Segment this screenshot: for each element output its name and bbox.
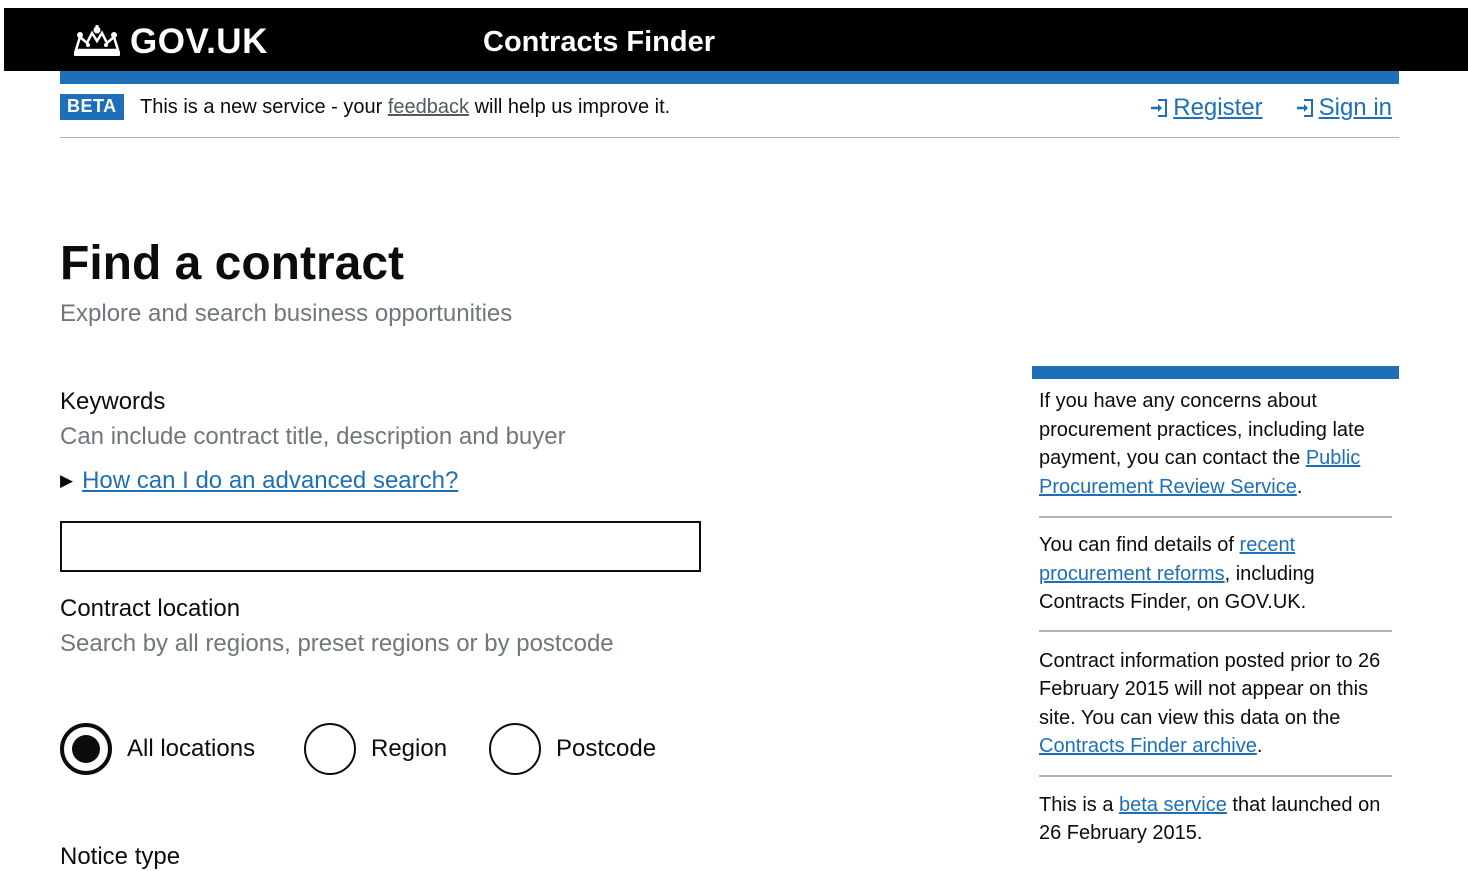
govuk-logo-link[interactable]: GOV.UK	[70, 22, 268, 62]
phase-banner-text: This is a new service - your feedback wi…	[140, 96, 670, 119]
sidebar-beta: This is a beta service that launched on …	[1039, 774, 1392, 848]
beta-service-link[interactable]: beta service	[1119, 794, 1227, 816]
sign-in-icon	[1151, 99, 1168, 117]
header-accent-bar	[60, 71, 1399, 84]
location-label: Contract location	[60, 595, 241, 622]
contracts-finder-archive-link[interactable]: Contracts Finder archive	[1039, 735, 1257, 757]
auth-links: Register Sign in	[1150, 94, 1392, 122]
radio-label-postcode: Postcode	[556, 735, 657, 762]
sign-in-link[interactable]: Sign in	[1296, 94, 1392, 122]
related-info-sidebar: If you have any concerns about procureme…	[1032, 366, 1399, 848]
triangle-right-icon: ▶	[60, 471, 74, 490]
radio-postcode[interactable]: Postcode	[489, 723, 656, 775]
radio-region[interactable]: Region	[304, 723, 447, 775]
sidebar-reforms: You can find details of recent procureme…	[1039, 516, 1392, 630]
crown-icon	[74, 25, 120, 56]
reforms-text: You can find details of	[1039, 534, 1240, 556]
phase-text-after: will help us improve it.	[469, 96, 671, 118]
radio-button-checked[interactable]	[60, 723, 112, 775]
register-label: Register	[1173, 94, 1263, 121]
register-link[interactable]: Register	[1150, 94, 1263, 122]
notice-type-label: Notice type	[60, 843, 181, 870]
logo-text: GOV.UK	[130, 22, 268, 61]
radio-button[interactable]	[489, 723, 541, 775]
service-name-link[interactable]: Contracts Finder	[483, 26, 715, 59]
location-hint: Search by all regions, preset regions or…	[60, 630, 614, 657]
sign-in-label: Sign in	[1318, 94, 1392, 121]
phase-banner: BETA This is a new service - your feedba…	[60, 94, 1399, 138]
archive-end: .	[1256, 735, 1263, 757]
radio-button[interactable]	[304, 723, 356, 775]
beta-tag: BETA	[60, 94, 124, 120]
keywords-input[interactable]	[60, 521, 701, 572]
advanced-search-details[interactable]: ▶ How can I do an advanced search?	[60, 467, 458, 495]
sign-in-icon	[1296, 99, 1313, 117]
sidebar-accent-bar	[1032, 366, 1399, 379]
radio-all-locations[interactable]: All locations	[60, 723, 255, 775]
concerns-end: .	[1296, 475, 1303, 498]
radio-label-all-locations: All locations	[127, 735, 256, 762]
beta-text: This is a	[1039, 793, 1120, 816]
archive-text: Contract information posted prior to 26 …	[1039, 649, 1381, 729]
sidebar-concerns: If you have any concerns about procureme…	[1039, 379, 1392, 516]
phase-text-before: This is a new service - your	[140, 96, 388, 118]
header-bar: GOV.UK Contracts Finder	[4, 8, 1468, 71]
page-title: Find a contract	[60, 237, 405, 290]
keywords-hint: Can include contract title, description …	[60, 423, 566, 450]
radio-label-region: Region	[371, 735, 448, 762]
advanced-search-link[interactable]: How can I do an advanced search?	[82, 467, 458, 495]
feedback-link[interactable]: feedback	[388, 96, 469, 118]
keywords-label: Keywords	[60, 388, 166, 415]
page-subtitle: Explore and search business opportunitie…	[60, 300, 513, 327]
sidebar-archive: Contract information posted prior to 26 …	[1039, 629, 1392, 775]
